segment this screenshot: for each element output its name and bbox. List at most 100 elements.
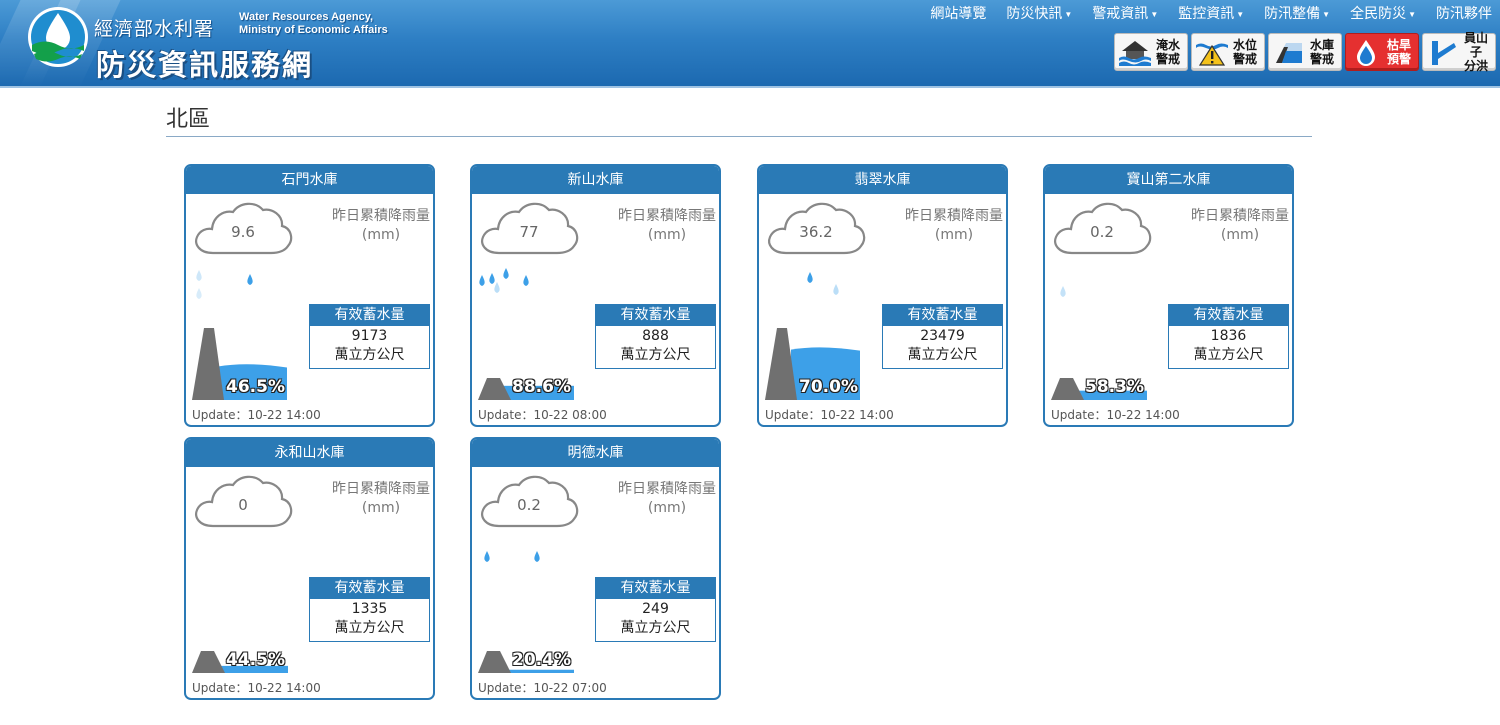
update-time: Update：10-22 14:00 [192, 408, 321, 422]
rainfall-label: 昨日累積降雨量 [905, 208, 1003, 224]
rain-drop [479, 275, 485, 286]
reservoir-card-0[interactable]: 石門水庫 9.6 昨日累積降雨量 (mm) 有效蓄水量 9173 萬立方公尺 4… [184, 164, 435, 427]
dam-shape [478, 651, 511, 673]
storage-label: 有效蓄水量 [310, 305, 429, 326]
storage-label: 有效蓄水量 [596, 305, 715, 326]
drought-warning-label: 枯旱 預警 [1386, 38, 1411, 66]
dam-shape [1051, 378, 1084, 400]
water-level-warning-icon [1196, 43, 1228, 66]
rain-drop [534, 551, 540, 562]
storage-box: 有效蓄水量 23479 萬立方公尺 [882, 304, 1003, 369]
update-time: Update：10-22 14:00 [765, 408, 894, 422]
reservoir-alert-label: 水庫 警戒 [1309, 38, 1334, 66]
water-level-alert-button[interactable]: 水位 警戒 [1191, 33, 1265, 71]
storage-percent: 44.5% [226, 650, 285, 670]
rain-drop [489, 273, 495, 284]
reservoir-name[interactable]: 明德水庫 [472, 439, 719, 467]
reservoir-name[interactable]: 永和山水庫 [186, 439, 433, 467]
rainfall-value: 0.2 [517, 496, 541, 514]
nav-flood-prep[interactable]: 防汛整備 ▼ [1264, 3, 1330, 23]
storage-label: 有效蓄水量 [1169, 305, 1288, 326]
rain-drop [196, 288, 202, 299]
drought-warning-button[interactable]: 枯旱 預警 [1345, 33, 1419, 71]
diversion-icon [1432, 41, 1456, 65]
rain-drop [833, 284, 839, 295]
rain-drop [247, 274, 253, 285]
rainfall-value: 0.2 [1090, 223, 1114, 241]
storage-percent: 58.3% [1085, 377, 1144, 397]
caret-down-icon: ▼ [1236, 9, 1245, 19]
rain-drops-icon [479, 268, 529, 293]
rain-drop [503, 268, 509, 279]
storage-value: 23479 [920, 328, 965, 344]
yuanshanzi-diversion-button[interactable]: 員山子 分洪 [1422, 31, 1496, 73]
rainfall-label: 昨日累積降雨量 [332, 481, 430, 497]
alert-buttons-bar: 淹水 警戒 水位 警戒 水庫 警戒 枯旱 預警 員山子 分洪 [1114, 31, 1496, 73]
rainfall-value: 0 [238, 496, 248, 514]
nav-public-prevention[interactable]: 全民防災 ▼ [1350, 3, 1416, 23]
reservoir-card-3[interactable]: 寶山第二水庫 0.2 昨日累積降雨量 (mm) 有效蓄水量 1836 萬立方公尺… [1043, 164, 1294, 427]
storage-unit: 萬立方公尺 [907, 347, 978, 363]
flood-alert-button[interactable]: 淹水 警戒 [1114, 33, 1188, 71]
storage-box: 有效蓄水量 9173 萬立方公尺 [309, 304, 430, 369]
reservoir-icon [1276, 43, 1302, 63]
top-nav: 網站導覽 防災快訊 ▼ 警戒資訊 ▼ 監控資訊 ▼ 防汛整備 ▼ 全民防災 ▼ 防汛夥伴 [930, 3, 1492, 23]
reservoir-card-5[interactable]: 明德水庫 0.2 昨日累積降雨量 (mm) 有效蓄水量 249 萬立方公尺 20… [470, 437, 721, 700]
storage-unit: 萬立方公尺 [620, 347, 691, 363]
rainfall-unit: (mm) [361, 500, 401, 516]
dam-shape [192, 328, 224, 400]
rainfall-unit: (mm) [934, 227, 974, 243]
storage-box: 有效蓄水量 249 萬立方公尺 [595, 577, 716, 642]
wra-logo-icon[interactable] [26, 5, 90, 69]
reservoir-name[interactable]: 新山水庫 [472, 166, 719, 194]
agency-en-line1: Water Resources Agency, [239, 11, 374, 23]
reservoir-name[interactable]: 寶山第二水庫 [1045, 166, 1292, 194]
caret-down-icon: ▼ [1408, 9, 1416, 19]
rainfall-label: 昨日累積降雨量 [618, 481, 716, 497]
rainfall-value: 36.2 [799, 223, 833, 241]
storage-unit: 萬立方公尺 [620, 620, 691, 636]
storage-box: 有效蓄水量 1335 萬立方公尺 [309, 577, 430, 642]
rain-drop [196, 270, 202, 281]
nav-flood-partners[interactable]: 防汛夥伴 [1436, 3, 1492, 23]
update-time: Update：10-22 14:00 [1051, 408, 1180, 422]
rainfall-value: 77 [519, 223, 539, 241]
rainfall-unit: (mm) [647, 500, 687, 516]
rainfall-label: 昨日累積降雨量 [1191, 208, 1289, 224]
reservoir-alert-button[interactable]: 水庫 警戒 [1268, 33, 1342, 71]
rainfall-unit: (mm) [1220, 227, 1260, 243]
update-time: Update：10-22 14:00 [192, 681, 321, 695]
caret-down-icon: ▼ [1064, 9, 1073, 19]
storage-value: 249 [642, 601, 669, 617]
storage-value: 1836 [1210, 328, 1247, 344]
rain-drops-icon [1060, 286, 1066, 297]
region-divider [166, 136, 1312, 137]
storage-percent: 88.6% [512, 377, 571, 397]
caret-down-icon: ▼ [1322, 9, 1331, 19]
storage-label: 有效蓄水量 [596, 578, 715, 599]
rainfall-unit: (mm) [647, 227, 687, 243]
agency-en-line2: Ministry of Economic Affairs [239, 24, 388, 36]
storage-value: 9173 [351, 328, 388, 344]
site-title[interactable]: 防災資訊服務網 [96, 42, 313, 84]
site-header: 經濟部水利署 Water Resources Agency, Ministry … [0, 0, 1500, 88]
storage-label: 有效蓄水量 [883, 305, 1002, 326]
reservoir-card-1[interactable]: 新山水庫 77 昨日累積降雨量 (mm) 有效蓄水量 888 萬立方公尺 88.… [470, 164, 721, 427]
update-time: Update：10-22 07:00 [478, 681, 607, 695]
reservoir-card-2[interactable]: 翡翠水庫 36.2 昨日累積降雨量 (mm) 有效蓄水量 23479 萬立方公尺… [757, 164, 1008, 427]
nav-monitoring-info[interactable]: 監控資訊 ▼ [1178, 3, 1244, 23]
storage-box: 有效蓄水量 1836 萬立方公尺 [1168, 304, 1289, 369]
nav-alert-info[interactable]: 警戒資訊 ▼ [1092, 3, 1158, 23]
nav-disaster-news[interactable]: 防災快訊 ▼ [1006, 3, 1072, 23]
storage-label: 有效蓄水量 [310, 578, 429, 599]
storage-value: 888 [642, 328, 669, 344]
reservoir-name[interactable]: 石門水庫 [186, 166, 433, 194]
agency-name-en: Water Resources Agency, Ministry of Econ… [239, 11, 388, 37]
nav-site-map[interactable]: 網站導覽 [930, 3, 986, 23]
region-title: 北區 [166, 107, 211, 132]
agency-name-cn: 經濟部水利署 [94, 18, 215, 40]
rainfall-value: 9.6 [231, 223, 255, 241]
yuanshanzi-diversion-label: 員山子 分洪 [1463, 31, 1488, 73]
reservoir-name[interactable]: 翡翠水庫 [759, 166, 1006, 194]
reservoir-card-4[interactable]: 永和山水庫 0 昨日累積降雨量 (mm) 有效蓄水量 1335 萬立方公尺 44… [184, 437, 435, 700]
